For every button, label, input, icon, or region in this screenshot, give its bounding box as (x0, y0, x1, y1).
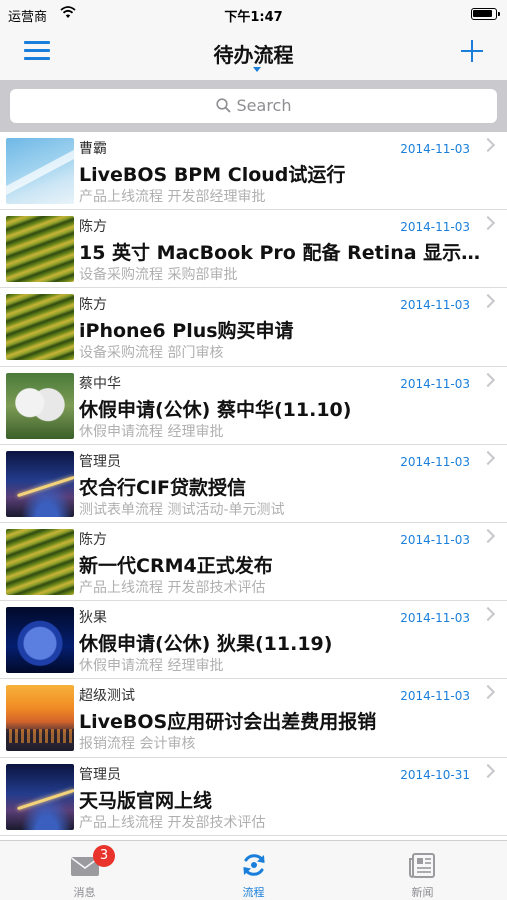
tab-label: 消息 (73, 886, 96, 899)
item-thumbnail (6, 528, 74, 595)
chevron-right-icon (480, 763, 496, 778)
item-thumbnail (6, 216, 74, 283)
item-subtitle: 产品上线流程 开发部经理审批 (79, 189, 266, 205)
chevron-right-icon (480, 685, 496, 700)
item-thumbnail (6, 138, 74, 204)
search-icon (215, 98, 231, 113)
battery-icon (471, 8, 500, 20)
item-subtitle: 测试表单流程 测试活动-单元测试 (79, 501, 285, 518)
list-item[interactable]: 管理员 2014-11-03 农合行CIF贷款授信测试表单流程 测试活动-单元测试 (0, 445, 507, 523)
item-title: iPhone6 Plus购买申请 (79, 320, 294, 343)
newspaper-icon (409, 853, 435, 878)
item-date: 2014-11-03 (400, 454, 470, 469)
tab-bar: 3 消息 流程 新闻 (0, 840, 507, 900)
chevron-right-icon (480, 607, 496, 622)
item-sender: 蔡中华 (79, 375, 121, 392)
chevron-right-icon (480, 294, 496, 309)
item-subtitle: 设备采购流程 部门审核 (79, 345, 224, 362)
item-thumbnail (6, 294, 74, 361)
item-thumbnail (6, 685, 74, 752)
item-title: 休假申请(公休) 蔡中华(11.10) (79, 398, 352, 421)
search-input[interactable]: Search (10, 89, 497, 123)
item-subtitle: 产品上线流程 开发部技术评估 (79, 579, 266, 596)
item-sender: 曹霸 (79, 141, 107, 157)
item-sender: 陈方 (79, 531, 107, 548)
item-date: 2014-11-03 (400, 376, 470, 391)
list-item[interactable]: 陈方 2014-11-03 新一代CRM4正式发布产品上线流程 开发部技术评估 (0, 523, 507, 602)
list-item[interactable]: 蔡中华 2014-11-03 休假申请(公休) 蔡中华(11.10) 休假申请流程 经… (0, 367, 507, 445)
item-title: LiveBOS应用研讨会出差费用报销 (79, 711, 377, 734)
chevron-right-icon (480, 528, 496, 544)
list-item[interactable]: 狄果 2014-11-03 休假申请(公休) 狄果(11.19) 休假申请流程 经理审… (0, 601, 507, 680)
item-title: 15 英寸 MacBook Pro 配备 Retina 显示… (79, 242, 481, 265)
tab-workflow[interactable]: 流程 (169, 841, 338, 900)
unread-badge: 3 (93, 845, 115, 867)
page-title[interactable]: 待办流程 (0, 39, 507, 68)
list-item[interactable]: 管理员 2014-10-31 天马版官网上线产品上线流程 开发部技术评估 (0, 758, 507, 836)
item-sender: 管理员 (79, 453, 121, 470)
search-placeholder: Search (236, 96, 292, 115)
item-sender: 陈方 (79, 297, 107, 314)
nav-bar: 待办流程 (0, 28, 507, 80)
item-subtitle: 休假申请流程 经理审批 (79, 658, 224, 675)
chevron-right-icon (480, 450, 496, 465)
chevron-right-icon (480, 137, 496, 153)
item-date: 2014-11-03 (400, 611, 470, 626)
item-sender: 超级测试 (79, 688, 135, 705)
item-date: 2014-10-31 (400, 767, 470, 782)
item-thumbnail (6, 763, 74, 830)
status-time: 下午1:47 (224, 10, 283, 25)
item-subtitle: 设备采购流程 采购部审批 (79, 267, 238, 284)
list-item[interactable]: 超级测试 2014-11-03 LiveBOS应用研讨会出差费用报销报销流程 会计审… (0, 679, 507, 758)
refresh-flow-icon (243, 854, 265, 876)
item-title: LiveBOS BPM Cloud试运行 (79, 164, 346, 186)
item-thumbnail (6, 372, 74, 439)
item-date: 2014-11-03 (400, 142, 470, 156)
chevron-right-icon (480, 216, 496, 231)
item-title: 新一代CRM4正式发布 (79, 554, 273, 577)
title-dropdown-caret-icon[interactable] (253, 67, 261, 72)
chevron-right-icon (480, 372, 496, 387)
item-subtitle: 休假申请流程 经理审批 (79, 423, 224, 440)
item-date: 2014-11-03 (400, 298, 470, 313)
item-date: 2014-11-03 (400, 689, 470, 704)
item-subtitle: 产品上线流程 开发部技术评估 (79, 814, 266, 831)
item-date: 2014-11-03 (400, 532, 470, 547)
item-title: 休假申请(公休) 狄果(11.19) (79, 633, 333, 656)
item-title: 农合行CIF贷款授信 (79, 476, 246, 499)
tab-news[interactable]: 新闻 (338, 841, 507, 900)
status-bar: 运营商 下午1:47 (0, 0, 507, 28)
search-area: Search (0, 80, 507, 132)
tab-label: 流程 (242, 886, 265, 899)
item-thumbnail (6, 450, 74, 517)
workflow-list: 曹霸 2014-11-03 LiveBOS BPM Cloud试运行产品上线流程 开… (0, 132, 507, 840)
list-item[interactable]: 陈方 2014-11-03 iPhone6 Plus购买申请设备采购流程 部门审核 (0, 288, 507, 367)
item-date: 2014-11-03 (400, 220, 470, 235)
list-item[interactable]: 陈方 2014-11-03 15 英寸 MacBook Pro 配备 Retina … (0, 210, 507, 289)
item-title: 天马版官网上线 (79, 789, 213, 812)
item-thumbnail (6, 607, 74, 674)
plus-icon[interactable] (461, 40, 483, 62)
tab-label: 新闻 (411, 886, 434, 899)
item-sender: 狄果 (79, 610, 107, 627)
tab-messages[interactable]: 3 消息 (0, 841, 169, 900)
item-sender: 陈方 (79, 219, 107, 236)
item-subtitle: 报销流程 会计审核 (79, 736, 196, 753)
item-sender: 管理员 (79, 766, 121, 783)
list-item[interactable]: 曹霸 2014-11-03 LiveBOS BPM Cloud试运行产品上线流程 开… (0, 132, 507, 211)
